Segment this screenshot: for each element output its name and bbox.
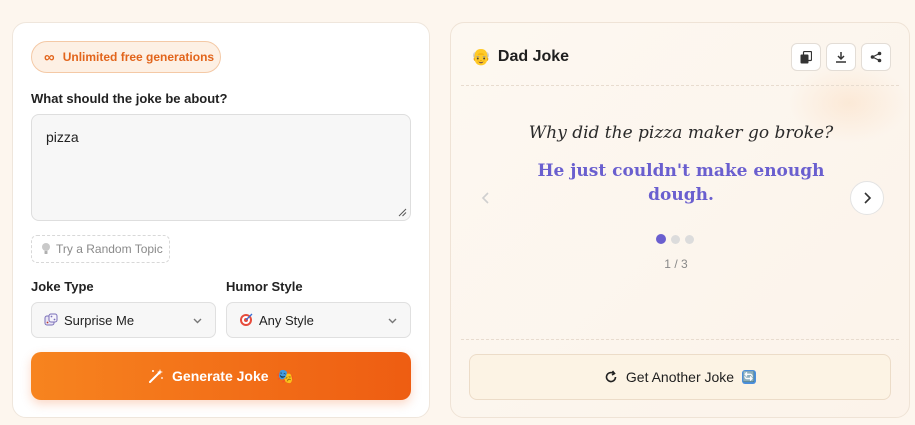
humor-style-value: Any Style xyxy=(259,312,314,328)
humor-style-select[interactable]: Any Style xyxy=(226,302,411,338)
header-divider xyxy=(461,85,899,86)
chevron-down-icon xyxy=(193,318,202,324)
get-another-joke-button[interactable]: Get Another Joke 🔄 xyxy=(469,354,891,400)
page-indicator: 1 / 3 xyxy=(641,257,711,271)
get-another-joke-label: Get Another Joke xyxy=(625,369,735,385)
random-topic-button[interactable]: Try a Random Topic xyxy=(31,235,170,263)
chevron-left-icon xyxy=(481,192,489,204)
dice-icon xyxy=(44,313,58,326)
humor-style-label: Humor Style xyxy=(226,279,303,294)
random-topic-label: Try a Random Topic xyxy=(56,242,163,256)
resize-handle-icon[interactable] xyxy=(398,208,407,217)
carousel-dot-3[interactable] xyxy=(685,235,694,244)
badge-text: Unlimited free generations xyxy=(62,50,215,64)
page-current: 1 xyxy=(664,257,671,271)
chevron-down-icon xyxy=(388,318,397,324)
page-separator: / xyxy=(674,257,678,271)
carousel-dot-2[interactable] xyxy=(671,235,680,244)
joke-category-label: Dad Joke xyxy=(497,48,570,65)
target-icon xyxy=(240,313,253,326)
download-button[interactable] xyxy=(826,43,856,71)
page-total: 3 xyxy=(681,257,688,271)
topic-label: What should the joke be about? xyxy=(31,91,228,106)
carousel-dot-1[interactable] xyxy=(656,234,666,244)
footer-divider xyxy=(461,339,899,340)
joke-type-value: Surprise Me xyxy=(64,312,135,328)
chevron-right-icon xyxy=(864,192,872,204)
old-man-icon: 👴 xyxy=(471,49,491,66)
share-icon xyxy=(870,51,882,63)
carousel-dots xyxy=(656,234,694,244)
joke-punchline: He just couldn't make enough dough. xyxy=(537,161,825,205)
theater-masks-icon: 🎭 xyxy=(276,367,294,384)
copy-button[interactable] xyxy=(791,43,821,71)
infinity-icon: ∞ xyxy=(44,48,55,66)
topic-input[interactable]: pizza xyxy=(31,114,411,221)
copy-icon xyxy=(800,50,812,63)
topic-value: pizza xyxy=(46,129,79,145)
refresh-icon xyxy=(605,370,617,383)
magic-wand-icon xyxy=(149,369,164,383)
lightbulb-icon xyxy=(42,243,50,254)
download-icon xyxy=(836,52,846,63)
joke-setup: Why did the pizza maker go broke? xyxy=(528,123,834,143)
unlimited-badge: ∞ Unlimited free generations xyxy=(31,41,221,73)
joke-generator-panel: ∞ Unlimited free generations What should… xyxy=(12,22,430,418)
joke-type-select[interactable]: Surprise Me xyxy=(31,302,216,338)
joke-category-title: 👴 Dad Joke xyxy=(471,47,569,67)
joke-display-panel: 👴 Dad Joke Why did the pizza maker go br… xyxy=(450,22,910,418)
next-joke-button[interactable] xyxy=(850,181,884,215)
share-button[interactable] xyxy=(861,43,891,71)
previous-joke-button[interactable] xyxy=(469,181,503,215)
generate-joke-label: Generate Joke xyxy=(172,368,269,384)
repeat-icon: 🔄 xyxy=(742,370,757,384)
generate-joke-button[interactable]: Generate Joke 🎭 xyxy=(31,352,411,400)
joke-type-label: Joke Type xyxy=(31,279,94,294)
